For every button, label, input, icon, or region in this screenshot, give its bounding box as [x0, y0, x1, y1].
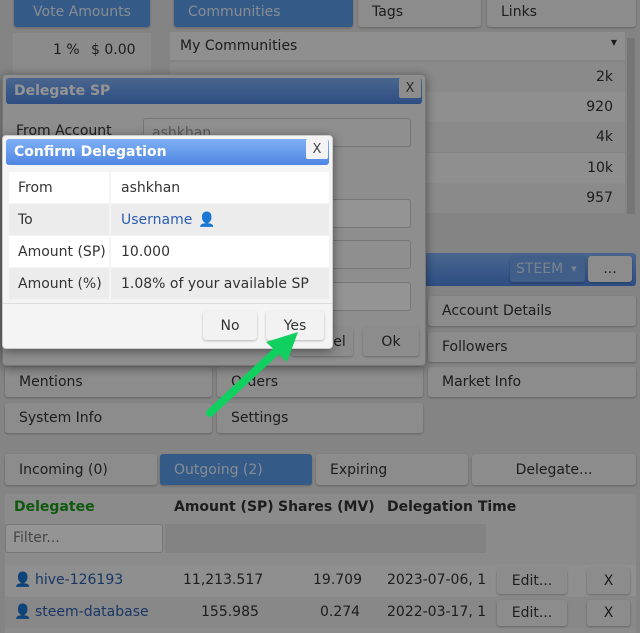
green-arrow-annotation [206, 332, 298, 417]
